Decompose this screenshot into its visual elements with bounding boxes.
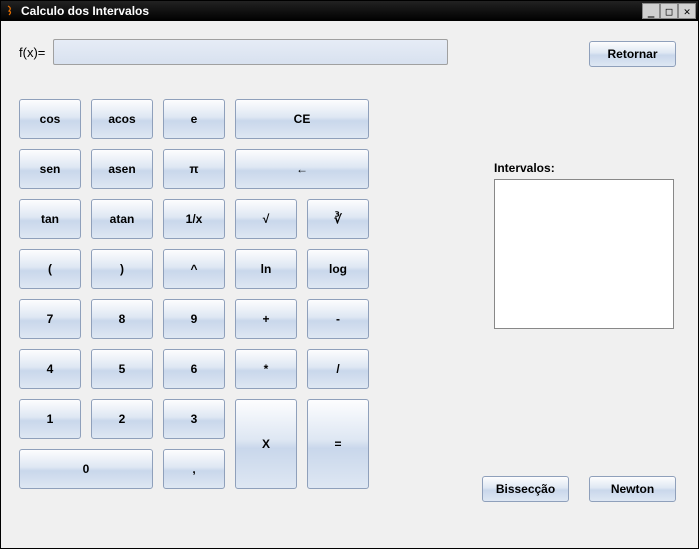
key-ce[interactable]: CE [235, 99, 369, 139]
titlebar: Calculo dos Intervalos _ □ ✕ [1, 1, 698, 21]
key-cos[interactable]: cos [19, 99, 81, 139]
key-inverse[interactable]: 1/x [163, 199, 225, 239]
key-1[interactable]: 1 [19, 399, 81, 439]
key-atan[interactable]: atan [91, 199, 153, 239]
key-log[interactable]: log [307, 249, 369, 289]
intervals-label: Intervalos: [494, 161, 676, 175]
maximize-button[interactable]: □ [660, 3, 678, 19]
key-back[interactable]: ← [235, 149, 369, 189]
key-pi[interactable]: π [163, 149, 225, 189]
key-x[interactable]: X [235, 399, 297, 489]
fx-input[interactable] [53, 39, 448, 65]
key-5[interactable]: 5 [91, 349, 153, 389]
bisseccao-button[interactable]: Bissecção [482, 476, 569, 502]
window-title: Calculo dos Intervalos [21, 4, 149, 18]
key-lparen[interactable]: ( [19, 249, 81, 289]
key-plus[interactable]: + [235, 299, 297, 339]
fx-label: f(x)= [19, 45, 45, 60]
minimize-button[interactable]: _ [642, 3, 660, 19]
key-4[interactable]: 4 [19, 349, 81, 389]
key-acos[interactable]: acos [91, 99, 153, 139]
key-divide[interactable]: / [307, 349, 369, 389]
key-sqrt[interactable]: √ [235, 199, 297, 239]
key-0[interactable]: 0 [19, 449, 153, 489]
key-minus[interactable]: - [307, 299, 369, 339]
key-rparen[interactable]: ) [91, 249, 153, 289]
intervals-list[interactable] [494, 179, 674, 329]
key-3[interactable]: 3 [163, 399, 225, 439]
key-multiply[interactable]: * [235, 349, 297, 389]
key-ln[interactable]: ln [235, 249, 297, 289]
key-cbrt[interactable]: ∛ [307, 199, 369, 239]
intervals-panel: Intervalos: [494, 161, 676, 329]
key-7[interactable]: 7 [19, 299, 81, 339]
retornar-button[interactable]: Retornar [589, 41, 676, 67]
key-asen[interactable]: asen [91, 149, 153, 189]
newton-button[interactable]: Newton [589, 476, 676, 502]
app-window: Calculo dos Intervalos _ □ ✕ f(x)= Retor… [0, 0, 699, 549]
key-sen[interactable]: sen [19, 149, 81, 189]
close-button[interactable]: ✕ [678, 3, 696, 19]
key-2[interactable]: 2 [91, 399, 153, 439]
key-9[interactable]: 9 [163, 299, 225, 339]
content-area: f(x)= Retornar cos acos e CE sen asen π … [1, 21, 698, 548]
key-power[interactable]: ^ [163, 249, 225, 289]
key-6[interactable]: 6 [163, 349, 225, 389]
key-comma[interactable]: , [163, 449, 225, 489]
key-8[interactable]: 8 [91, 299, 153, 339]
key-e[interactable]: e [163, 99, 225, 139]
key-tan[interactable]: tan [19, 199, 81, 239]
java-icon [3, 4, 17, 18]
calculator-keypad: cos acos e CE sen asen π ← tan atan 1/x … [19, 99, 419, 489]
key-equals[interactable]: = [307, 399, 369, 489]
